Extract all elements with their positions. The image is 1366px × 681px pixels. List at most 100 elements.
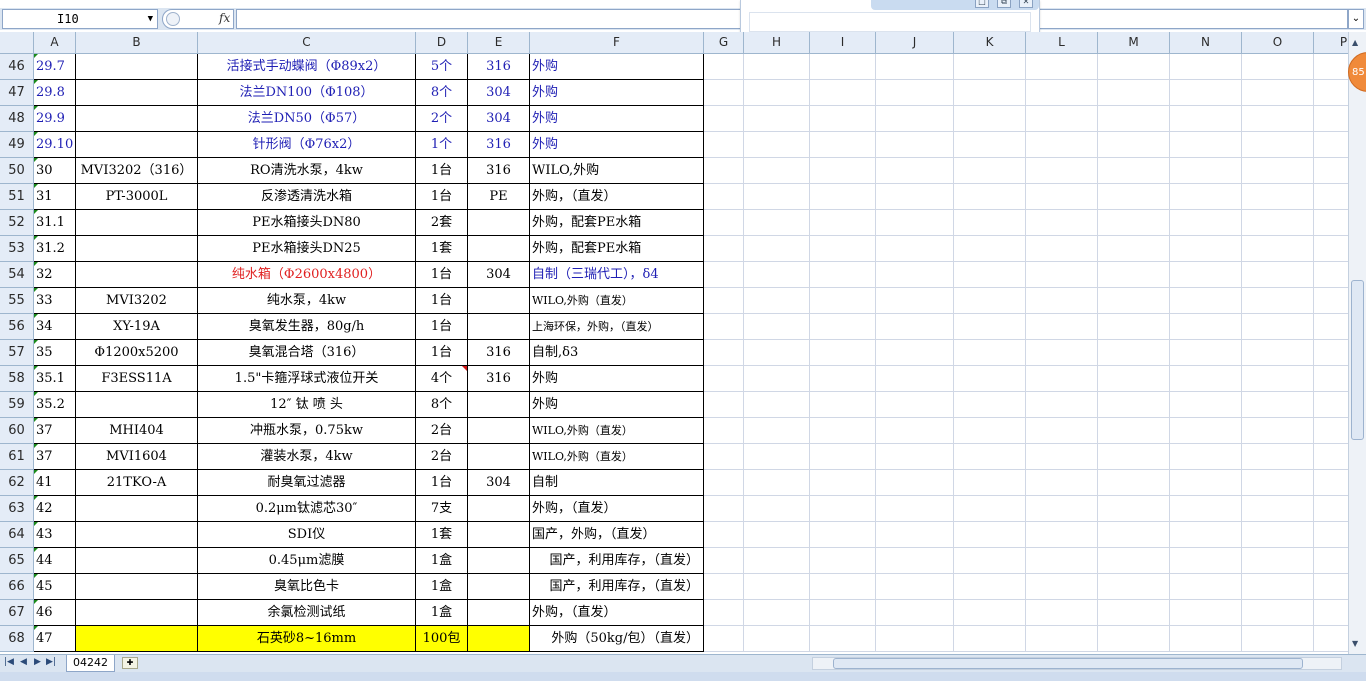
column-header-k[interactable]: K — [954, 32, 1026, 54]
cell-p60[interactable] — [1314, 418, 1348, 444]
cell-j66[interactable] — [876, 574, 954, 600]
cell-l62[interactable] — [1026, 470, 1098, 496]
cell-k59[interactable] — [954, 392, 1026, 418]
prev-sheet-icon[interactable]: ◀ — [20, 657, 27, 667]
cell-l66[interactable] — [1026, 574, 1098, 600]
last-sheet-icon[interactable]: ▶| — [46, 657, 56, 667]
cell-h60[interactable] — [744, 418, 810, 444]
cell-e52[interactable] — [468, 210, 530, 236]
cell-i55[interactable] — [810, 288, 876, 314]
cell-i66[interactable] — [810, 574, 876, 600]
cell-f66[interactable]: 国产，利用库存，（直发） — [530, 574, 704, 600]
cell-a52[interactable]: 31.1 — [34, 210, 76, 236]
cell-b47[interactable] — [76, 80, 198, 106]
cell-h46[interactable] — [744, 54, 810, 80]
cell-f53[interactable]: 外购，配套PE水箱 — [530, 236, 704, 262]
cell-d56[interactable]: 1台 — [416, 314, 468, 340]
cell-o59[interactable] — [1242, 392, 1314, 418]
cell-m66[interactable] — [1098, 574, 1170, 600]
cell-j48[interactable] — [876, 106, 954, 132]
cell-l68[interactable] — [1026, 626, 1098, 652]
cell-g52[interactable] — [704, 210, 744, 236]
cell-d49[interactable]: 1个 — [416, 132, 468, 158]
cell-n67[interactable] — [1170, 600, 1242, 626]
cell-h65[interactable] — [744, 548, 810, 574]
row-header-47[interactable]: 47 — [0, 80, 34, 106]
cell-f65[interactable]: 国产，利用库存，（直发） — [530, 548, 704, 574]
cell-m58[interactable] — [1098, 366, 1170, 392]
cell-i46[interactable] — [810, 54, 876, 80]
cell-e65[interactable] — [468, 548, 530, 574]
cell-h68[interactable] — [744, 626, 810, 652]
column-header-i[interactable]: I — [810, 32, 876, 54]
cell-d53[interactable]: 1套 — [416, 236, 468, 262]
cell-a51[interactable]: 31 — [34, 184, 76, 210]
cell-n51[interactable] — [1170, 184, 1242, 210]
cell-d57[interactable]: 1台 — [416, 340, 468, 366]
cell-o62[interactable] — [1242, 470, 1314, 496]
cell-n63[interactable] — [1170, 496, 1242, 522]
cell-p59[interactable] — [1314, 392, 1348, 418]
cell-n49[interactable] — [1170, 132, 1242, 158]
cell-b51[interactable]: PT-3000L — [76, 184, 198, 210]
cell-e49[interactable]: 316 — [468, 132, 530, 158]
cell-p66[interactable] — [1314, 574, 1348, 600]
cell-g54[interactable] — [704, 262, 744, 288]
scroll-down-icon[interactable]: ▼ — [1352, 639, 1358, 648]
row-header-46[interactable]: 46 — [0, 54, 34, 80]
cell-i49[interactable] — [810, 132, 876, 158]
cell-j58[interactable] — [876, 366, 954, 392]
cell-j46[interactable] — [876, 54, 954, 80]
cell-k66[interactable] — [954, 574, 1026, 600]
cell-f62[interactable]: 自制 — [530, 470, 704, 496]
cell-a53[interactable]: 31.2 — [34, 236, 76, 262]
cell-c56[interactable]: 臭氧发生器，80g/h — [198, 314, 416, 340]
cell-f47[interactable]: 外购 — [530, 80, 704, 106]
cell-a57[interactable]: 35 — [34, 340, 76, 366]
cell-d61[interactable]: 2台 — [416, 444, 468, 470]
cell-k50[interactable] — [954, 158, 1026, 184]
cell-d62[interactable]: 1台 — [416, 470, 468, 496]
cell-g49[interactable] — [704, 132, 744, 158]
cell-c47[interactable]: 法兰DN100（Φ108） — [198, 80, 416, 106]
row-header-61[interactable]: 61 — [0, 444, 34, 470]
cell-l58[interactable] — [1026, 366, 1098, 392]
cell-j57[interactable] — [876, 340, 954, 366]
cell-j51[interactable] — [876, 184, 954, 210]
cell-d63[interactable]: 7支 — [416, 496, 468, 522]
cell-e67[interactable] — [468, 600, 530, 626]
cell-p56[interactable] — [1314, 314, 1348, 340]
cell-h56[interactable] — [744, 314, 810, 340]
cell-l51[interactable] — [1026, 184, 1098, 210]
cell-g66[interactable] — [704, 574, 744, 600]
cell-j59[interactable] — [876, 392, 954, 418]
cell-e60[interactable] — [468, 418, 530, 444]
cell-f48[interactable]: 外购 — [530, 106, 704, 132]
cell-i56[interactable] — [810, 314, 876, 340]
cell-o61[interactable] — [1242, 444, 1314, 470]
cell-f56[interactable]: 上海环保，外购，（直发） — [530, 314, 704, 340]
cell-f68[interactable]: 外购（50kg/包）（直发） — [530, 626, 704, 652]
cell-c62[interactable]: 耐臭氧过滤器 — [198, 470, 416, 496]
cell-m54[interactable] — [1098, 262, 1170, 288]
cell-g63[interactable] — [704, 496, 744, 522]
cell-h49[interactable] — [744, 132, 810, 158]
cell-m60[interactable] — [1098, 418, 1170, 444]
column-header-e[interactable]: E — [468, 32, 530, 54]
cell-j63[interactable] — [876, 496, 954, 522]
cell-p53[interactable] — [1314, 236, 1348, 262]
cell-o50[interactable] — [1242, 158, 1314, 184]
cell-c64[interactable]: SDI仪 — [198, 522, 416, 548]
cell-g62[interactable] — [704, 470, 744, 496]
cell-k49[interactable] — [954, 132, 1026, 158]
cell-l50[interactable] — [1026, 158, 1098, 184]
cell-c61[interactable]: 灌装水泵，4kw — [198, 444, 416, 470]
cell-l56[interactable] — [1026, 314, 1098, 340]
cell-h48[interactable] — [744, 106, 810, 132]
cell-p63[interactable] — [1314, 496, 1348, 522]
cell-p55[interactable] — [1314, 288, 1348, 314]
cell-i52[interactable] — [810, 210, 876, 236]
first-sheet-icon[interactable]: |◀ — [4, 657, 14, 667]
cell-d59[interactable]: 8个 — [416, 392, 468, 418]
cell-n68[interactable] — [1170, 626, 1242, 652]
